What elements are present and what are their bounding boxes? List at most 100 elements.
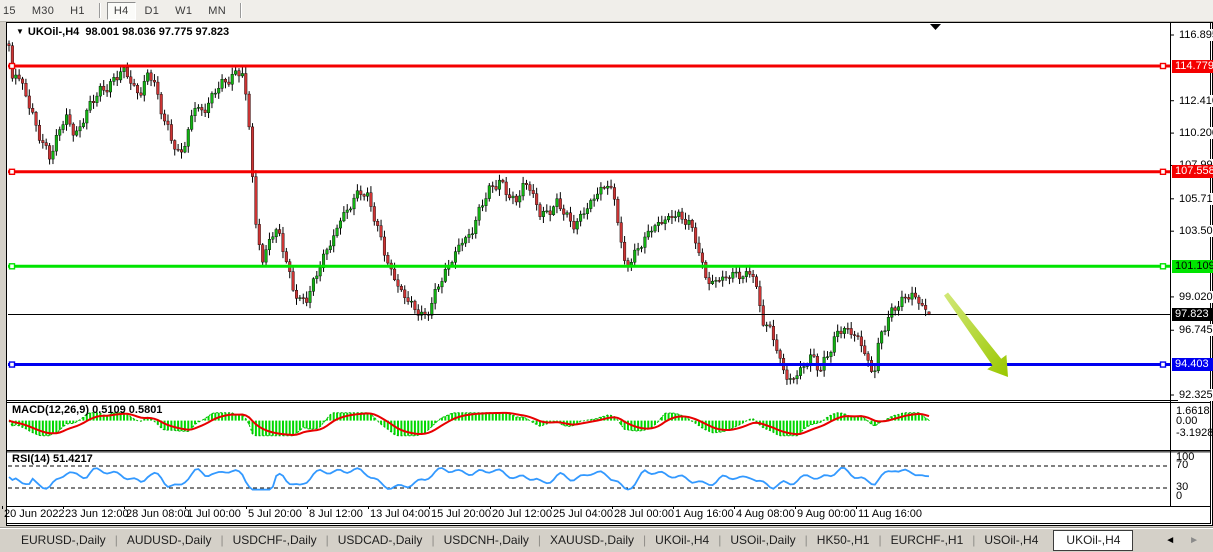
candle-body [583, 214, 586, 215]
candle-body [556, 199, 559, 207]
candle-body [35, 112, 38, 125]
candle-body [11, 46, 14, 79]
chart-tab-ukoil-h4-active[interactable]: UKOil-,H4 [1053, 530, 1133, 551]
time-axis-label-13: 9 Aug 00:00 [797, 508, 856, 520]
candle-body [654, 226, 657, 231]
candle-body [153, 80, 156, 82]
candle-body [285, 252, 288, 262]
hline-handle-left-107.558[interactable] [10, 169, 15, 174]
hline-handle-left-101.109[interactable] [10, 264, 15, 269]
macd-axis-label--3.1928: -3.1928 [1176, 427, 1213, 439]
candle-body [96, 96, 99, 103]
chart-tab-usoil-daily[interactable]: USOil-,Daily [721, 530, 804, 550]
candle-body [684, 219, 687, 224]
time-axis-label-8: 20 Jul 12:00 [492, 508, 552, 520]
hline-handle-left-114.779[interactable] [10, 64, 15, 69]
candle-body [512, 196, 515, 198]
candle-body [258, 224, 261, 244]
candle-body [42, 140, 45, 142]
candle-body [305, 298, 308, 303]
candle-body [211, 93, 214, 103]
candle-body [748, 271, 751, 274]
candle-body [677, 212, 680, 217]
candle-body [799, 367, 802, 375]
candle-body [170, 125, 173, 141]
candle-body [907, 297, 910, 299]
candle-body [478, 207, 481, 220]
chart-tab-usoil-h4[interactable]: USOil-,H4 [975, 530, 1047, 550]
candle-body [157, 82, 160, 94]
candle-body [921, 303, 924, 305]
candle-body [924, 305, 927, 309]
candle-body [336, 228, 339, 236]
candle-body [278, 230, 281, 234]
candle-body [850, 328, 853, 334]
candle-body [14, 75, 17, 78]
candle-body [552, 207, 555, 215]
candle-body [359, 191, 362, 195]
chart-tab-eurusd-daily[interactable]: EURUSD-,Daily [12, 530, 115, 550]
candle-body [525, 183, 528, 184]
candle-body [840, 331, 843, 334]
time-axis-label-9: 25 Jul 04:00 [553, 508, 613, 520]
hline-handle-right-114.779[interactable] [1161, 64, 1166, 69]
hline-handle-right-94.403[interactable] [1161, 362, 1166, 367]
price-axis-label-116.895: 116.895 [1178, 29, 1213, 41]
chart-tab-eurchf-h1[interactable]: EURCHF-,H1 [882, 530, 973, 550]
candle-body [715, 280, 718, 281]
candle-body [596, 194, 599, 199]
candle-body [194, 108, 197, 115]
price-axis-label-105.715: 105.715 [1178, 193, 1213, 205]
candle-body [282, 233, 285, 251]
hline-handle-left-94.403[interactable] [10, 362, 15, 367]
tabs-scroll-nav: ◄► [1165, 535, 1199, 546]
chart-tab-usdcnh-daily[interactable]: USDCNH-,Daily [435, 530, 538, 550]
time-axis-label-10: 28 Jul 00:00 [614, 508, 674, 520]
candle-body [694, 228, 697, 243]
candle-body [813, 355, 816, 357]
chart-tab-audusd-daily[interactable]: AUDUSD-,Daily [118, 530, 221, 550]
candle-body [197, 107, 200, 108]
candle-body [167, 121, 170, 124]
candle-body [224, 79, 227, 82]
symbol-menu-triangle-icon[interactable]: ▼ [16, 27, 24, 36]
candle-body [562, 209, 565, 214]
candle-body [356, 191, 359, 198]
candle-body [163, 114, 166, 121]
candle-body [529, 185, 532, 191]
candle-body [474, 220, 477, 234]
candle-body [545, 211, 548, 212]
candle-body [319, 268, 322, 276]
candle-body [704, 262, 707, 277]
chart-tab-hk50-h1[interactable]: HK50-,H1 [808, 530, 879, 550]
candle-body [843, 328, 846, 333]
tabs-scroll-left-icon[interactable]: ◄ [1165, 535, 1175, 546]
candle-body [28, 96, 31, 108]
candle-body [657, 222, 660, 225]
candle-body [674, 217, 677, 218]
candle-body [874, 371, 877, 372]
candle-body [613, 187, 616, 199]
candle-body [573, 221, 576, 229]
candle-body [89, 101, 92, 110]
candle-body [894, 308, 897, 311]
candle-body [735, 272, 738, 273]
tabs-scroll-right-icon[interactable]: ► [1189, 535, 1199, 546]
candle-body [38, 125, 41, 140]
time-axis-label-0: 20 Jun 2022 [4, 508, 65, 520]
candle-body [102, 86, 105, 90]
hline-handle-right-101.109[interactable] [1161, 264, 1166, 269]
chart-canvas[interactable] [0, 0, 1213, 551]
price-badge-107.558: 107.558 [1172, 165, 1213, 178]
candle-body [99, 86, 102, 96]
chart-tab-ukoil-h4[interactable]: UKOil-,H4 [646, 530, 718, 550]
chart-tab-usdcad-daily[interactable]: USDCAD-,Daily [329, 530, 432, 550]
candle-body [667, 216, 670, 220]
chart-tab-xauusd-daily[interactable]: XAUUSD-,Daily [541, 530, 643, 550]
hline-handle-right-107.558[interactable] [1161, 169, 1166, 174]
candle-body [901, 297, 904, 307]
chart-tab-usdchf-daily[interactable]: USDCHF-,Daily [224, 530, 326, 550]
candle-body [184, 146, 187, 152]
candle-body [914, 293, 917, 297]
candle-body [62, 125, 65, 130]
